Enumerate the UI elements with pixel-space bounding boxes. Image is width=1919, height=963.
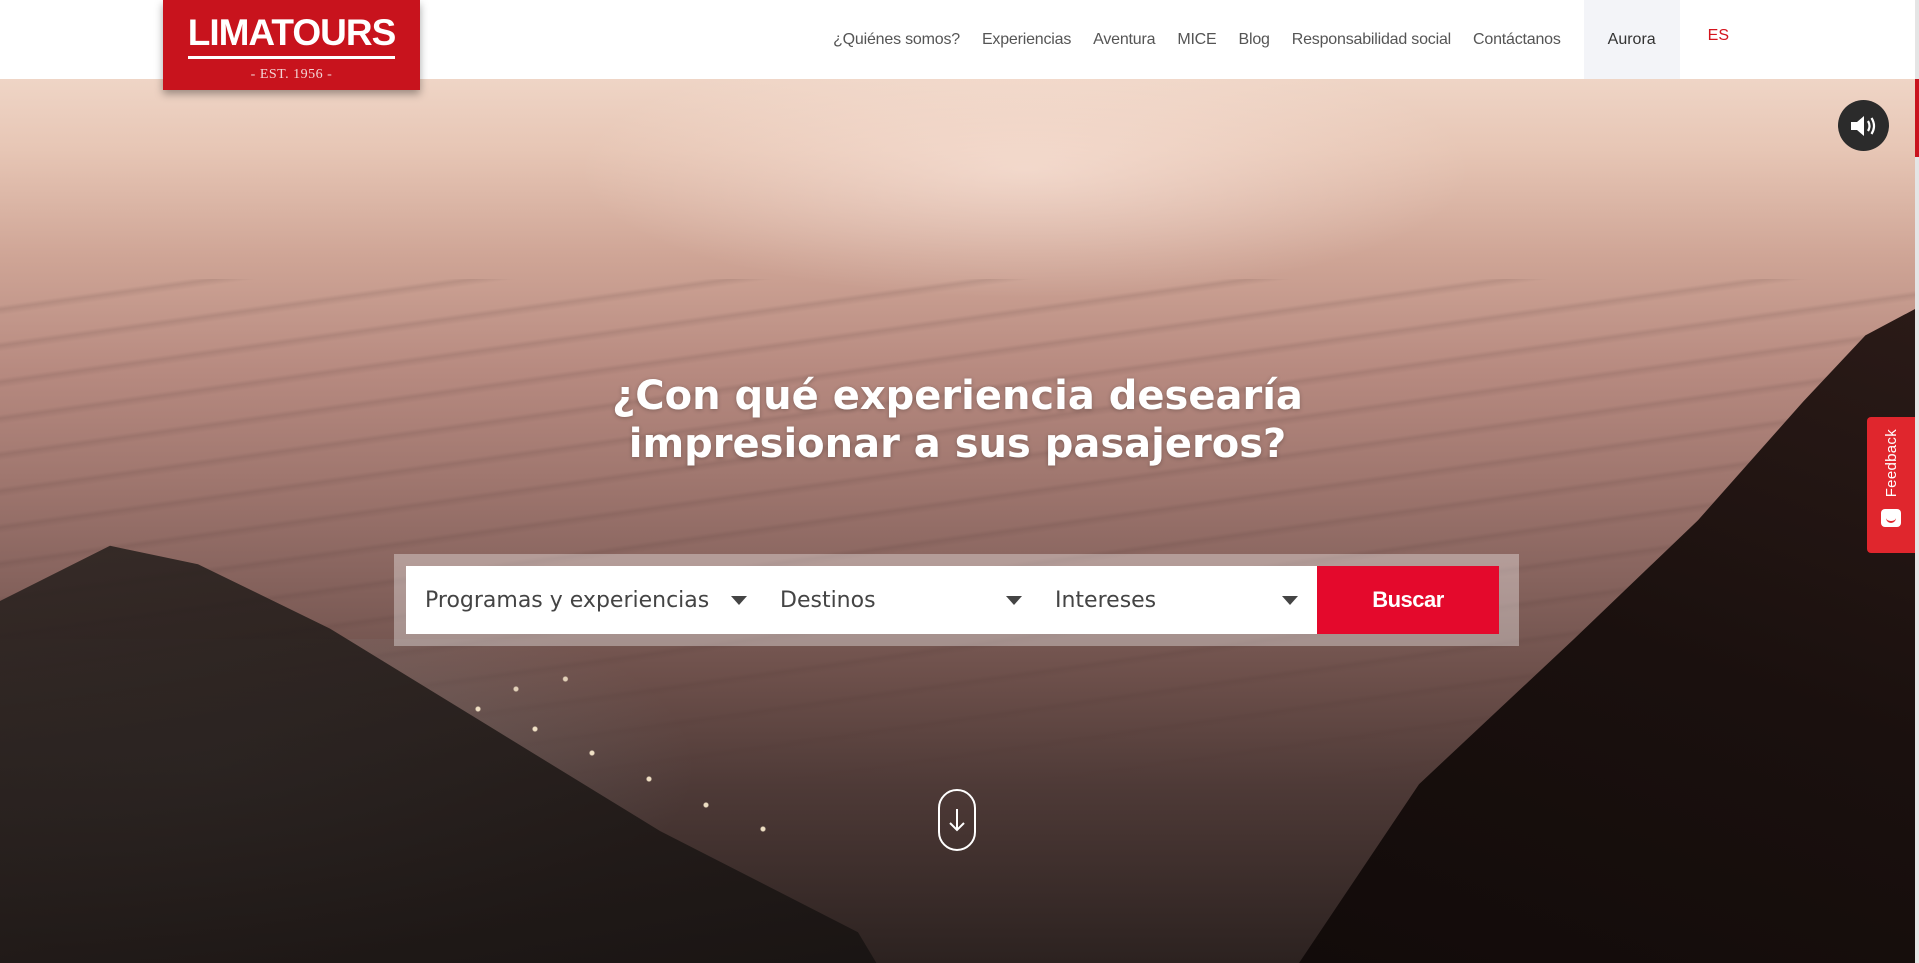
feedback-tab[interactable]: Feedback	[1867, 417, 1915, 553]
hero-pier-lights	[440, 669, 820, 869]
scroll-down-button[interactable]	[938, 789, 976, 851]
logo-wordmark: LIMATOURS	[187, 14, 396, 59]
programas-select-value: Programas y experiencias	[425, 587, 710, 613]
search-bar: Programas y experiencias Destinos Intere…	[394, 554, 1519, 646]
nav-item-mice[interactable]: MICE	[1177, 31, 1216, 49]
nav-item-contactanos[interactable]: Contáctanos	[1473, 31, 1561, 49]
smiley-icon	[1881, 509, 1901, 528]
main-nav: ¿Quiénes somos? Experiencias Aventura MI…	[833, 0, 1729, 79]
speaker-icon	[1850, 115, 1875, 136]
logo-tagline: - EST. 1956 -	[250, 66, 333, 82]
hero-headline-line-1: ¿Con qué experiencia desearía	[612, 372, 1303, 419]
nav-item-quienes-somos[interactable]: ¿Quiénes somos?	[833, 31, 960, 49]
page: LIMATOURS - EST. 1956 - ¿Quiénes somos? …	[0, 0, 1919, 963]
hero-headline: ¿Con qué experiencia desearía impresiona…	[0, 372, 1915, 468]
intereses-select-value: Intereses	[1055, 587, 1157, 613]
intereses-select[interactable]: Intereses	[1041, 566, 1317, 634]
site-header: LIMATOURS - EST. 1956 - ¿Quiénes somos? …	[0, 0, 1915, 90]
language-selector[interactable]: ES	[1708, 27, 1729, 45]
nav-item-experiencias[interactable]: Experiencias	[982, 31, 1071, 49]
destinos-select[interactable]: Destinos	[766, 566, 1041, 634]
sound-toggle-button[interactable]	[1838, 100, 1889, 151]
search-button[interactable]: Buscar	[1317, 566, 1499, 634]
chevron-down-icon	[1006, 595, 1022, 605]
feedback-label: Feedback	[1882, 429, 1900, 498]
scrollbar-thumb[interactable]	[1915, 79, 1919, 157]
hero-headline-line-2: impresionar a sus pasajeros?	[628, 420, 1287, 467]
nav-item-aurora[interactable]: Aurora	[1583, 0, 1680, 79]
programas-select[interactable]: Programas y experiencias	[406, 566, 766, 634]
search-form: Programas y experiencias Destinos Intere…	[406, 566, 1507, 634]
page-scrollbar[interactable]	[1915, 0, 1919, 963]
hero-sky-glow	[574, 79, 1475, 299]
destinos-select-value: Destinos	[780, 587, 876, 613]
chevron-down-icon	[1282, 595, 1298, 605]
arrow-down-icon	[949, 809, 965, 832]
chevron-down-icon	[731, 595, 747, 605]
nav-item-aventura[interactable]: Aventura	[1093, 31, 1155, 49]
nav-item-blog[interactable]: Blog	[1239, 31, 1270, 49]
limatours-logo[interactable]: LIMATOURS - EST. 1956 -	[163, 0, 420, 90]
nav-item-responsabilidad-social[interactable]: Responsabilidad social	[1292, 31, 1451, 49]
